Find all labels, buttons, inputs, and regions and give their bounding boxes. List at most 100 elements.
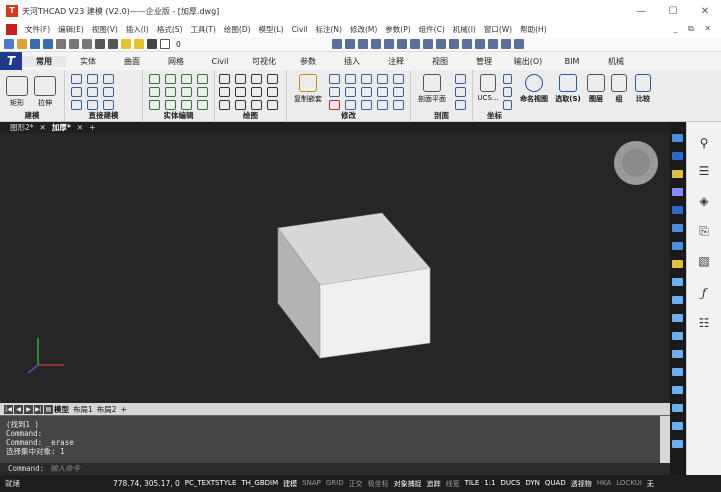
tab-parametric[interactable]: 参数 [286,56,330,67]
palette-icon-17[interactable] [672,422,683,430]
status-toggle-16[interactable]: HKA [595,479,614,489]
tab-visualize[interactable]: 可视化 [242,56,286,67]
menu-modify[interactable]: 修改(M) [346,24,381,35]
palette-icon-7[interactable] [672,242,683,250]
new-file-icon[interactable] [4,39,14,49]
palette-icon-6[interactable] [672,224,683,232]
hatch-icon[interactable]: ▧ [695,254,713,270]
mod-icon-2[interactable] [345,74,356,84]
status-toggle-12[interactable]: DUCS [499,479,523,489]
print-icon[interactable] [56,39,66,49]
status-toggle-7[interactable]: 对象捕捉 [392,479,424,489]
prev-layout-button[interactable]: ◀ [14,404,23,414]
tree-icon[interactable]: ☷ [695,316,713,332]
mod-icon-1[interactable] [329,74,340,84]
sec-icon-2[interactable] [455,87,466,97]
tab-layout1[interactable]: 布局1 [73,404,93,415]
mod-icon-13[interactable] [361,100,372,110]
selection-button[interactable]: 选取(S) [553,74,583,104]
polygon-icon[interactable] [219,100,230,110]
function-icon[interactable]: ƒ [695,286,713,302]
tab-layout2[interactable]: 布局2 [97,404,117,415]
menu-tools[interactable]: 工具(T) [186,24,219,35]
status-toggle-4[interactable]: GRID [324,479,346,489]
tab-common[interactable]: 常用 [22,55,66,67]
ucs-button[interactable]: UCS... [475,74,501,102]
line-icon[interactable] [219,87,230,97]
drawing-canvas[interactable] [0,133,670,403]
dm-icon-5[interactable] [87,87,98,97]
palette-icon-4[interactable] [672,188,683,196]
new-doc-tab-button[interactable]: + [89,123,95,132]
status-toggle-17[interactable]: LOCKUI [614,479,644,489]
minimize-button[interactable]: — [625,0,657,22]
erase-icon[interactable] [329,100,340,110]
se-icon-1[interactable] [149,74,160,84]
last-layout-button[interactable]: ▶| [34,404,43,414]
ellipse-icon[interactable] [251,87,262,97]
palette-icon-9[interactable] [672,278,683,286]
palette-icon[interactable] [462,39,472,49]
dm-icon-7[interactable] [71,100,82,110]
status-toggle-6[interactable]: 极坐标 [366,479,391,489]
coord-icon-3[interactable] [503,100,512,110]
mod-icon-7[interactable] [345,87,356,97]
view-cube-compass[interactable] [614,141,658,185]
design-center-icon[interactable] [475,39,485,49]
help-icon[interactable] [501,39,511,49]
spline-icon[interactable] [267,74,278,84]
status-toggle-3[interactable]: SNAP [300,479,323,489]
menu-civil[interactable]: Civil [288,25,312,34]
doc-tab-thicken[interactable]: 加厚* [52,122,71,133]
named-view-button[interactable]: 命名视图 [518,74,550,104]
status-toggle-5[interactable]: 正交 [347,479,365,489]
coord-icon-1[interactable] [503,74,512,84]
document-menu-icon[interactable] [6,24,17,35]
menu-format[interactable]: 格式(S) [153,24,187,35]
layer-merge-icon[interactable] [371,39,381,49]
tab-view[interactable]: 视图 [418,56,462,67]
palette-icon-1[interactable] [672,134,683,142]
menu-draw[interactable]: 绘图(D) [220,24,255,35]
tab-surface[interactable]: 曲面 [110,56,154,67]
status-toggle-15[interactable]: 透视物 [569,479,594,489]
palette-icon-11[interactable] [672,314,683,322]
mod-icon-8[interactable] [361,87,372,97]
se-icon-8[interactable] [197,87,208,97]
arc-icon[interactable] [219,74,230,84]
hatch-draw-icon[interactable] [267,87,278,97]
boundary-icon[interactable] [267,100,278,110]
status-toggle-11[interactable]: 1:1 [482,479,497,489]
toolbox-icon[interactable] [449,39,459,49]
layer-state-icon[interactable] [121,39,131,49]
menu-insert[interactable]: 插入(I) [122,24,153,35]
redo-icon[interactable] [108,39,118,49]
layer-select[interactable]: 0 [176,40,181,49]
mod-icon-10[interactable] [393,87,404,97]
sun-icon[interactable] [134,39,144,49]
palette-icon-15[interactable] [672,386,683,394]
tab-manage[interactable]: 管理 [462,56,506,67]
next-layout-button[interactable]: ▶ [24,404,33,414]
coord-icon-2[interactable] [503,87,512,97]
rect-button[interactable]: 矩形 [6,76,28,108]
se-icon-2[interactable] [165,74,176,84]
save-as-icon[interactable] [43,39,53,49]
tab-civil[interactable]: Civil [198,57,242,66]
mod-icon-6[interactable] [329,87,340,97]
status-toggle-18[interactable]: 无 [645,479,656,489]
tab-annotate[interactable]: 注释 [374,56,418,67]
menu-mechanical[interactable]: 机械(I) [449,24,480,35]
dm-icon-6[interactable] [103,87,114,97]
se-icon-9[interactable] [149,100,160,110]
menu-model[interactable]: 模型(L) [255,24,288,35]
tab-mesh[interactable]: 网格 [154,56,198,67]
layer-freeze-icon[interactable] [384,39,394,49]
online-icon[interactable] [514,39,524,49]
command-line[interactable]: Command: 输入命令 [0,463,670,475]
dm-icon-9[interactable] [103,100,114,110]
se-icon-10[interactable] [165,100,176,110]
dm-icon-3[interactable] [103,74,114,84]
status-toggle-8[interactable]: 追踪 [425,479,443,489]
palette-icon-12[interactable] [672,332,683,340]
